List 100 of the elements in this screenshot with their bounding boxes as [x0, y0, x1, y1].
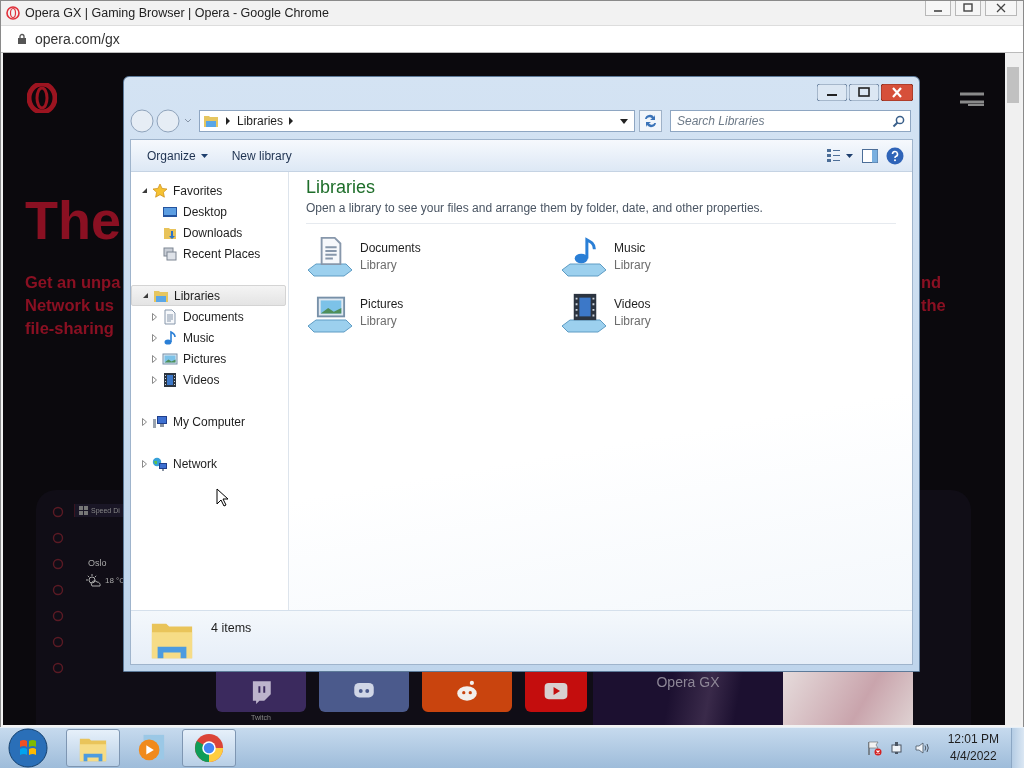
maximize-button[interactable] [849, 83, 879, 101]
collapsed-arrow-icon[interactable] [151, 333, 158, 342]
sidebar-icon [52, 662, 64, 674]
clock-date: 4/4/2022 [949, 748, 997, 765]
document-icon [162, 308, 178, 325]
expanded-arrow-icon[interactable] [142, 292, 149, 299]
item-type: Library [614, 257, 651, 272]
collapsed-arrow-icon[interactable] [151, 375, 158, 384]
opera-logo-icon[interactable] [27, 83, 57, 113]
intro-text: Get an unpa [25, 272, 122, 293]
recent-places-icon [162, 245, 178, 262]
chevron-icon[interactable] [226, 117, 231, 125]
library-item[interactable]: Pictures Library [306, 284, 560, 340]
library-item[interactable]: Documents Library [306, 228, 560, 284]
tree-item[interactable]: Videos [131, 369, 286, 390]
dropdown-caret-icon[interactable] [620, 118, 628, 124]
toolbar-button[interactable]: Organize [139, 144, 216, 167]
library-item[interactable]: Videos Library [560, 284, 814, 340]
banner-title: Opera GX [656, 674, 720, 692]
item-type: Library [360, 257, 398, 272]
description-text: Open a library to see your files and arrange them by folder, date, and other properties. [306, 201, 896, 224]
intro-text: file-sharing [25, 318, 115, 339]
item-name: Music [614, 240, 647, 255]
play-icon [136, 733, 166, 763]
tree-item[interactable]: Music [131, 327, 286, 348]
collapsed-arrow-icon[interactable] [151, 312, 158, 321]
collapsed-arrow-icon[interactable] [141, 459, 148, 468]
item-count: 4 items [211, 621, 252, 635]
refresh-button[interactable] [639, 110, 662, 132]
address-field[interactable]: opera.com/gx [35, 31, 120, 47]
view-options-button[interactable] [826, 148, 854, 163]
start-button[interactable] [8, 728, 48, 768]
speed-dial-tile[interactable] [422, 670, 512, 712]
intro-text: Network us [25, 295, 115, 316]
tree-item[interactable]: Network [131, 453, 286, 474]
help-icon[interactable] [886, 146, 904, 165]
search-icon [892, 115, 905, 128]
grid-icon [79, 506, 88, 515]
robot-icon [454, 678, 480, 704]
opera-logo-icon [6, 6, 20, 20]
library-folder-icon [202, 113, 220, 129]
network-icon [152, 455, 168, 472]
library-item[interactable]: Music Library [560, 228, 814, 284]
expanded-arrow-icon[interactable] [141, 187, 148, 194]
tree-item[interactable]: Pictures [131, 348, 286, 369]
scrollbar[interactable] [1005, 53, 1021, 725]
minimize-button[interactable] [817, 83, 847, 101]
close-button[interactable] [881, 83, 913, 101]
clock-time: 12:01 PM [947, 731, 999, 748]
history-caret-icon[interactable] [184, 118, 192, 124]
breadcrumb-item[interactable]: Libraries [237, 114, 284, 128]
collapsed-arrow-icon[interactable] [141, 417, 148, 426]
sidebar-icon [52, 506, 64, 518]
speed-dial-tile[interactable] [216, 670, 306, 712]
action-center-flag-icon [865, 740, 882, 756]
tree-item[interactable]: Favorites [131, 180, 286, 201]
weather-icon [86, 574, 101, 587]
search-field[interactable]: Search Libraries [670, 110, 911, 132]
music-note-icon [162, 329, 178, 346]
sidebar-icon [52, 532, 64, 544]
taskbar-button[interactable] [66, 729, 120, 767]
tree-item[interactable]: My Computer [131, 411, 286, 432]
tree-item[interactable]: Documents [131, 306, 286, 327]
taskbar-button[interactable] [182, 729, 236, 767]
browser-icon [194, 733, 224, 763]
sidebar-icon [52, 610, 64, 622]
headline: The [25, 189, 121, 251]
close-button[interactable] [985, 1, 1017, 16]
item-name: Pictures [360, 296, 404, 311]
star-icon [152, 182, 168, 199]
item-name: Videos [614, 296, 651, 311]
chevron-icon[interactable] [289, 117, 295, 125]
toolbar-button[interactable]: New library [223, 144, 300, 167]
tree-item[interactable]: Libraries [131, 285, 286, 306]
tree-item[interactable]: Recent Places [131, 243, 286, 264]
computer-icon [152, 413, 168, 430]
film-icon [162, 371, 178, 388]
speed-dial-tile[interactable] [319, 670, 409, 712]
window-title: Opera GX | Gaming Browser | Opera - Google Chrome [25, 6, 329, 20]
sidebar-icon [52, 584, 64, 596]
intro-text: nd [921, 272, 943, 293]
preview-pane-button[interactable] [862, 148, 878, 163]
lock-icon [17, 33, 27, 45]
city-label: Oslo [88, 558, 107, 568]
speed-dial-tile[interactable] [525, 670, 587, 712]
picture-icon [162, 350, 178, 367]
intro-text: the [921, 295, 946, 316]
sidebar-icon [52, 558, 64, 570]
maximize-button[interactable] [955, 1, 981, 16]
collapsed-arrow-icon[interactable] [151, 354, 158, 363]
item-name: Documents [360, 240, 421, 255]
sidebar-icon [52, 636, 64, 648]
menu-icon[interactable] [958, 91, 986, 107]
mouse-pointer-icon [216, 488, 230, 508]
item-type: Library [360, 313, 398, 328]
address-bar[interactable]: Libraries [199, 110, 635, 132]
item-type: Library [614, 313, 651, 328]
tree-item[interactable]: Downloads [131, 222, 286, 243]
volume-icon [913, 740, 930, 756]
tree-item[interactable]: Desktop [131, 201, 286, 222]
